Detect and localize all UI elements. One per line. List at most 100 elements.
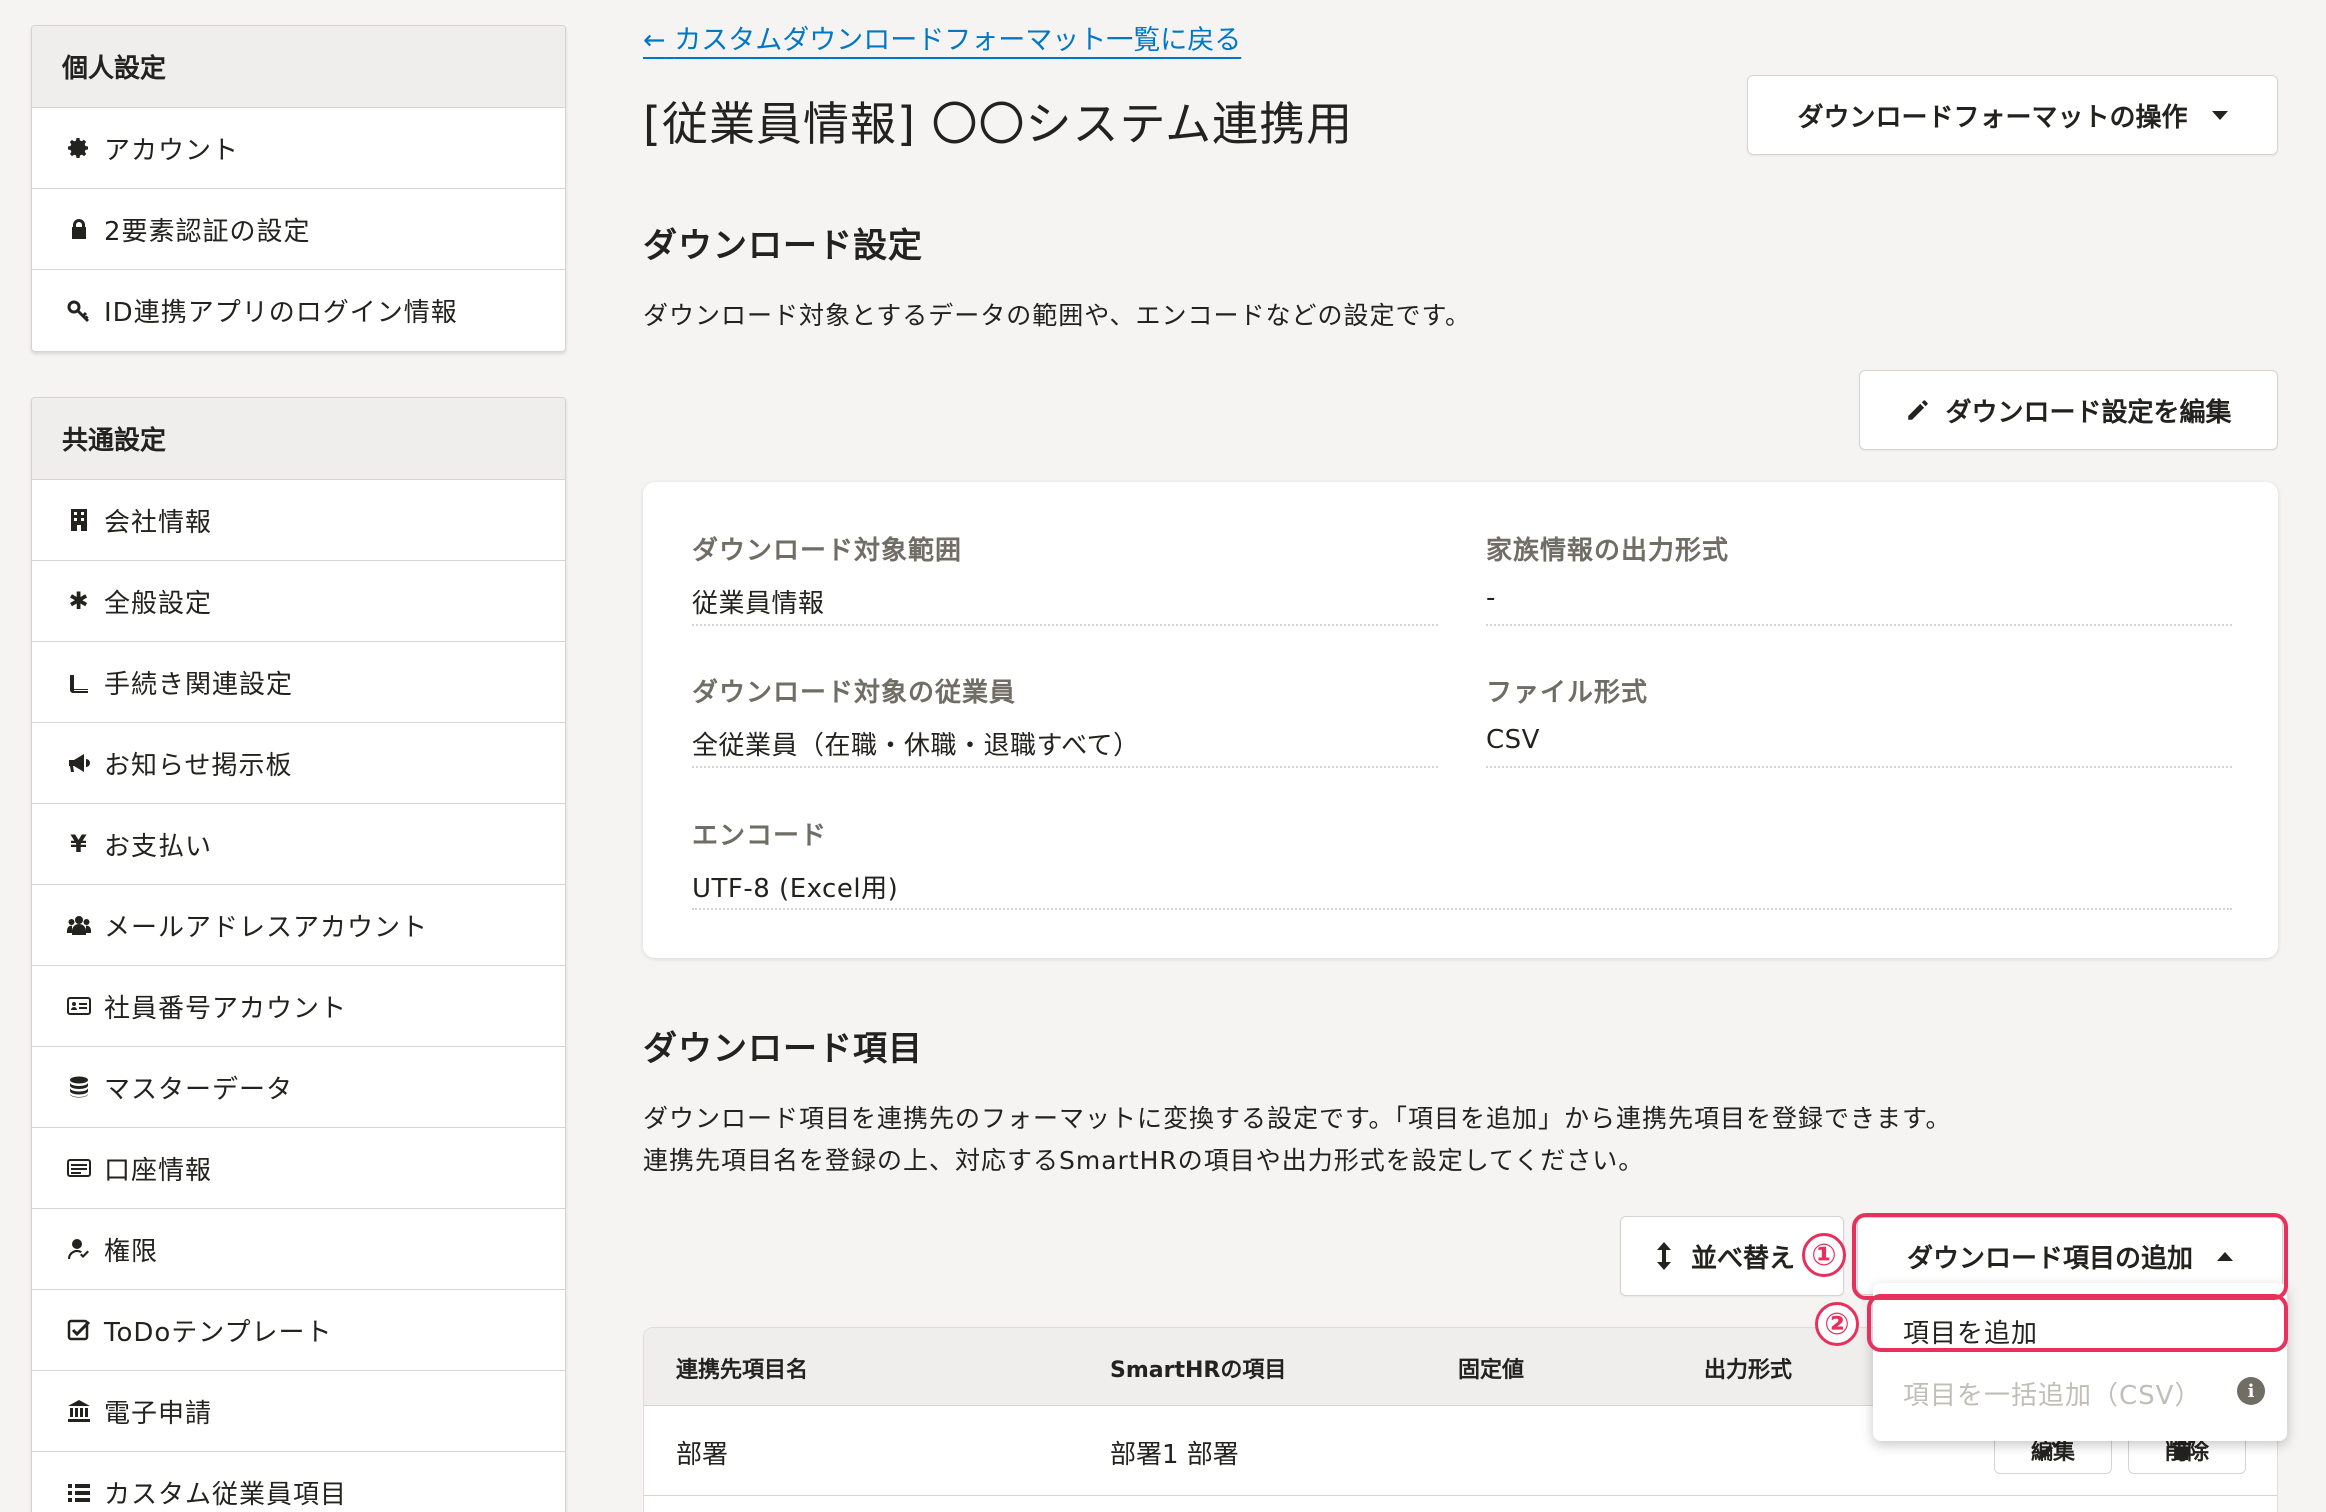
government-icon [66, 1398, 92, 1424]
chevron-down-icon [2211, 110, 2228, 120]
family-format-label: 家族情報の出力形式 [1486, 536, 1730, 566]
sidebar-item-label: カスタム従業員項目 [104, 1480, 348, 1510]
sidebar-item-label: 電子申請 [104, 1398, 213, 1429]
sidebar-item-label: 社員番号アカウント [104, 993, 348, 1024]
database-icon [66, 1074, 92, 1100]
sidebar-item-label: マスターデータ [104, 1074, 294, 1105]
sidebar-item-label: お支払い [104, 831, 213, 862]
users-icon [66, 912, 92, 938]
sidebar-item-email-accounts[interactable]: メールアドレスアカウント [32, 885, 565, 966]
divider [1486, 624, 2232, 626]
edit-download-settings-label: ダウンロード設定を編集 [1945, 397, 2232, 428]
download-settings-heading: ダウンロード設定 [643, 226, 923, 266]
divider [692, 908, 2232, 910]
download-settings-card: ダウンロード対象範囲 従業員情報 家族情報の出力形式 - ダウンロード対象の従業… [643, 482, 2278, 958]
divider [692, 766, 1438, 768]
add-item-dropdown-menu: 項目を追加 項目を一括追加（CSV） i [1873, 1283, 2287, 1441]
pencil-icon [1905, 397, 1931, 423]
column-header: SmartHRの項目 [1110, 1358, 1287, 1383]
target-employees-value: 全従業員（在職・休職・退職すべて） [692, 731, 1140, 761]
column-header: 固定値 [1458, 1358, 1525, 1383]
encode-label: エンコード [692, 821, 828, 851]
target-range-value: 従業員情報 [692, 589, 825, 619]
bank-card-icon [66, 1155, 92, 1181]
family-format-field: 家族情報の出力形式 - [1486, 530, 1729, 613]
download-settings-description: ダウンロード対象とするデータの範囲や、エンコードなどの設定です。 [643, 301, 1472, 330]
target-employees-field: ダウンロード対象の従業員 全従業員（在職・休職・退職すべて） [692, 672, 1140, 762]
user-check-icon [66, 1236, 92, 1262]
divider [1486, 766, 2232, 768]
personal-settings-title: 個人設定 [32, 26, 565, 108]
sidebar-item-payment[interactable]: ¥ お支払い [32, 804, 565, 885]
sidebar-item-label: お知らせ掲示板 [104, 750, 293, 781]
edit-download-settings-button[interactable]: ダウンロード設定を編集 [1859, 370, 2278, 450]
sidebar-item-label: アカウント [104, 135, 240, 166]
file-format-value: CSV [1486, 725, 1540, 755]
common-settings-title: 共通設定 [32, 398, 565, 480]
page-title: [従業員情報] 〇〇システム連携用 [643, 97, 1354, 151]
sidebar-item-id-apps[interactable]: ID連携アプリのログイン情報 [32, 270, 565, 351]
sidebar-item-e-application[interactable]: 電子申請 [32, 1371, 565, 1452]
sidebar-item-custom-employee-fields[interactable]: カスタム従業員項目 [32, 1452, 565, 1512]
family-format-value: - [1486, 583, 1496, 613]
sidebar-item-bank-accounts[interactable]: 口座情報 [32, 1128, 565, 1209]
sidebar-item-permissions[interactable]: 権限 [32, 1209, 565, 1290]
personal-settings-panel: 個人設定 アカウント 2要素認証の設定 ID連携アプリのログイン情報 [31, 25, 566, 352]
building-icon [66, 507, 92, 533]
sidebar-item-company[interactable]: 会社情報 [32, 480, 565, 561]
menu-item-bulk-add-csv[interactable]: 項目を一括追加（CSV） [1903, 1375, 2201, 1412]
list-icon [66, 1480, 92, 1506]
sidebar-item-procedures[interactable]: 手続き関連設定 [32, 642, 565, 723]
sidebar-item-label: 口座情報 [104, 1155, 213, 1186]
sidebar-item-notices[interactable]: お知らせ掲示板 [32, 723, 565, 804]
sidebar-item-employee-number-accounts[interactable]: 社員番号アカウント [32, 966, 565, 1047]
column-header: 連携先項目名 [676, 1358, 809, 1383]
sidebar-item-label: 2要素認証の設定 [104, 216, 311, 247]
lock-icon [66, 216, 92, 242]
step-1-badge: ① [1802, 1233, 1846, 1277]
sidebar-item-label: ID連携アプリのログイン情報 [104, 298, 458, 328]
gear-icon [66, 135, 92, 161]
column-header: 出力形式 [1704, 1358, 1793, 1383]
sidebar-item-label: 権限 [104, 1236, 159, 1267]
target-range-label: ダウンロード対象範囲 [692, 536, 963, 566]
menu-item-add-item[interactable]: 項目を追加 [1903, 1313, 2038, 1350]
sidebar-item-label: ToDoテンプレート [104, 1317, 333, 1348]
back-link[interactable]: ← カスタムダウンロードフォーマット一覧に戻る [643, 18, 1241, 57]
sidebar-item-account[interactable]: アカウント [32, 108, 565, 189]
common-settings-panel: 共通設定 会社情報 ✱ 全般設定 手続き関連設定 お知らせ掲示板 ¥ お支払い … [31, 397, 566, 1512]
file-format-field: ファイル形式 CSV [1486, 672, 1648, 755]
checkbox-icon [66, 1317, 92, 1343]
sidebar-item-todo-templates[interactable]: ToDoテンプレート [32, 1290, 565, 1371]
sort-arrows-icon [1657, 1242, 1671, 1270]
target-employees-label: ダウンロード対象の従業員 [692, 678, 1017, 708]
megaphone-icon [66, 750, 92, 776]
asterisk-icon: ✱ [68, 587, 90, 615]
sidebar-item-master-data[interactable]: マスターデータ [32, 1047, 565, 1128]
encode-value: UTF-8 (Excel用) [692, 874, 899, 904]
back-link-label: カスタムダウンロードフォーマット一覧に戻る [674, 25, 1242, 56]
target-range-field: ダウンロード対象範囲 従業員情報 [692, 530, 962, 620]
sidebar-item-label: 全般設定 [104, 588, 213, 619]
format-operations-button[interactable]: ダウンロードフォーマットの操作 [1747, 75, 2278, 155]
info-icon[interactable]: i [2237, 1377, 2265, 1405]
sort-label: 並べ替え [1691, 1243, 1796, 1274]
download-items-description-1: ダウンロード項目を連携先のフォーマットに変換する設定です。「項目を追加」から連携… [643, 1104, 1952, 1133]
sidebar-item-label: 手続き関連設定 [104, 669, 294, 700]
add-download-item-label: ダウンロード項目の追加 [1906, 1243, 2193, 1274]
arrow-left-icon: ← [643, 25, 666, 56]
download-items-description-2: 連携先項目名を登録の上、対応するSmartHRの項目や出力形式を設定してください… [643, 1146, 1645, 1175]
yen-icon: ¥ [70, 830, 88, 858]
cell-smarthr-item: 部署1 部署 [1110, 1440, 1239, 1470]
cell-name: 部署 [676, 1440, 729, 1470]
chevron-up-icon [2217, 1251, 2233, 1261]
id-card-icon [66, 993, 92, 1019]
sidebar-item-2fa[interactable]: 2要素認証の設定 [32, 189, 565, 270]
divider [692, 624, 1438, 626]
encode-field: エンコード UTF-8 (Excel用) [692, 815, 898, 905]
sidebar-item-label: メールアドレスアカウント [104, 912, 429, 943]
sidebar-item-general[interactable]: ✱ 全般設定 [32, 561, 565, 642]
file-format-label: ファイル形式 [1486, 678, 1649, 708]
sidebar-item-label: 会社情報 [104, 507, 213, 538]
format-operations-label: ダウンロードフォーマットの操作 [1797, 102, 2188, 133]
